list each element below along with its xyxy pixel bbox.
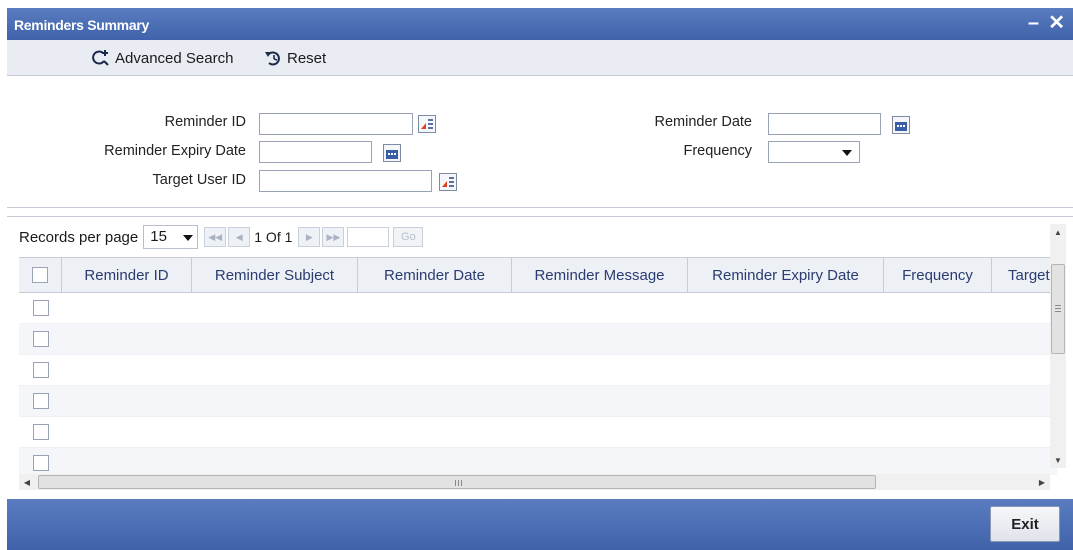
reminder-expiry-date-label: Reminder Expiry Date — [104, 143, 246, 159]
table-row — [19, 355, 1057, 386]
table-row — [19, 417, 1057, 448]
table-row — [19, 448, 1057, 475]
scroll-down-icon[interactable]: ▼ — [1050, 452, 1066, 468]
scroll-right-icon[interactable]: ▶ — [1034, 474, 1050, 490]
row-checkbox[interactable] — [32, 300, 49, 316]
vertical-scrollbar[interactable]: ▲ ▼ — [1050, 224, 1066, 468]
column-header-reminder-date[interactable]: Reminder Date — [358, 258, 512, 292]
next-page-icon[interactable]: ▶ — [298, 227, 321, 247]
row-checkbox[interactable] — [32, 455, 49, 471]
reset-icon — [265, 51, 280, 66]
advanced-search-icon — [92, 50, 109, 66]
column-header-reminder-subject[interactable]: Reminder Subject — [192, 258, 358, 292]
goto-page-input[interactable] — [347, 227, 390, 247]
horizontal-scrollbar[interactable]: ◀ ▶ — [19, 474, 1050, 490]
row-checkbox[interactable] — [32, 362, 49, 378]
records-per-page-label: Records per page — [19, 228, 139, 246]
search-criteria-panel: Reminder ID Reminder Expiry Date Target … — [7, 77, 1073, 208]
reminder-expiry-date-calendar-icon[interactable] — [383, 144, 401, 162]
close-icon[interactable]: ✕ — [1048, 10, 1065, 35]
reminder-id-input[interactable] — [259, 113, 413, 135]
row-checkbox[interactable] — [32, 393, 49, 409]
advanced-search-button[interactable]: Advanced Search — [92, 49, 233, 67]
target-user-id-input[interactable] — [259, 170, 432, 192]
chevron-down-icon — [842, 150, 852, 156]
go-button[interactable]: Go — [393, 227, 424, 247]
reminder-date-calendar-icon[interactable] — [892, 116, 910, 134]
reset-label: Reset — [287, 49, 327, 67]
reminder-date-input[interactable] — [768, 113, 881, 135]
grid-body — [19, 293, 1057, 475]
minimize-icon[interactable]: – — [1028, 12, 1039, 35]
toolbar: Advanced Search Reset — [7, 40, 1073, 76]
target-user-id-label: Target User ID — [152, 172, 246, 188]
reminder-id-label: Reminder ID — [164, 114, 246, 130]
table-row — [19, 386, 1057, 417]
results-grid: Reminder ID Reminder Subject Reminder Da… — [19, 257, 1057, 475]
previous-page-icon[interactable]: ◀ — [228, 227, 251, 247]
exit-button[interactable]: Exit — [990, 506, 1060, 542]
reset-button[interactable]: Reset — [264, 49, 326, 67]
page-info: 1 Of 1 — [254, 229, 293, 245]
table-row — [19, 293, 1057, 324]
column-header-target-user-id[interactable]: Target User ID — [992, 258, 1057, 292]
target-user-id-lookup-icon[interactable] — [439, 173, 457, 191]
reminder-date-label: Reminder Date — [654, 114, 752, 130]
pagination-bar: Records per page 15 ◀◀ ◀ 1 Of 1 ▶ ▶▶ Go — [7, 224, 1057, 250]
column-header-reminder-id[interactable]: Reminder ID — [62, 258, 192, 292]
title-bar: Reminders Summary – ✕ — [7, 8, 1073, 40]
advanced-search-label: Advanced Search — [115, 49, 234, 67]
records-per-page-select[interactable]: 15 — [143, 225, 199, 249]
row-checkbox[interactable] — [32, 331, 49, 347]
row-checkbox[interactable] — [32, 424, 49, 440]
reminder-id-lookup-icon[interactable] — [418, 115, 436, 133]
table-row — [19, 324, 1057, 355]
grid-header: Reminder ID Reminder Subject Reminder Da… — [19, 257, 1057, 293]
scroll-left-icon[interactable]: ◀ — [19, 474, 35, 490]
select-all-cell — [19, 258, 62, 292]
scroll-up-icon[interactable]: ▲ — [1050, 224, 1066, 240]
column-header-reminder-expiry-date[interactable]: Reminder Expiry Date — [688, 258, 884, 292]
results-panel: Records per page 15 ◀◀ ◀ 1 Of 1 ▶ ▶▶ Go … — [7, 216, 1073, 492]
column-header-reminder-message[interactable]: Reminder Message — [512, 258, 688, 292]
window-title: Reminders Summary — [14, 17, 149, 33]
first-page-icon[interactable]: ◀◀ — [204, 227, 227, 247]
vertical-scroll-thumb[interactable] — [1051, 264, 1065, 354]
records-per-page-value: 15 — [150, 228, 167, 245]
last-page-icon[interactable]: ▶▶ — [322, 227, 345, 247]
reminder-expiry-date-input[interactable] — [259, 141, 372, 163]
chevron-down-icon — [183, 235, 194, 241]
footer-bar: Exit — [7, 499, 1073, 550]
frequency-select[interactable] — [768, 141, 860, 163]
horizontal-scroll-thumb[interactable] — [38, 475, 876, 489]
select-all-checkbox[interactable] — [32, 267, 48, 283]
column-header-frequency[interactable]: Frequency — [884, 258, 992, 292]
frequency-label: Frequency — [683, 143, 752, 159]
